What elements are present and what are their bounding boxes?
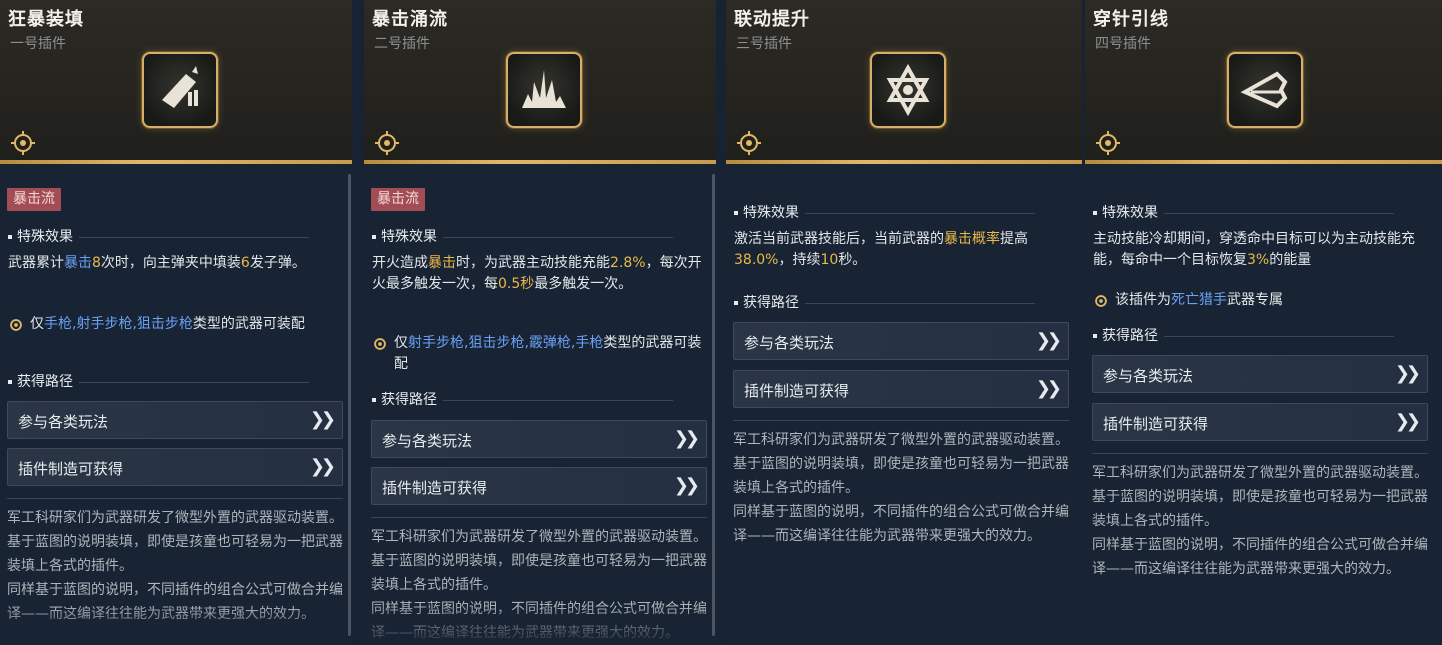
plugin-card-1: 狂暴装填 一号插件 暴击流 特殊效果 武器累计暴击8次时，向主弹夹中填装6发子弹… <box>0 0 352 645</box>
double-chevron-icon: ❯❯ <box>309 456 336 477</box>
double-chevron-icon: ❯❯ <box>1394 411 1421 432</box>
card-header: 狂暴装填 一号插件 <box>0 0 352 162</box>
route-craft-button[interactable]: 插件制造可获得 ❯❯ <box>733 370 1069 408</box>
effect-description: 开火造成暴击时，为武器主动技能充能2.8%，每次开火最多触发一次，每0.5秒最多… <box>372 255 702 292</box>
route-play-button[interactable]: 参与各类玩法 ❯❯ <box>1092 355 1428 393</box>
plugin-gear-icon <box>374 338 386 350</box>
route-play-button[interactable]: 参与各类玩法 ❯❯ <box>733 322 1069 360</box>
divider <box>733 420 1069 421</box>
gun-reload-icon[interactable] <box>142 52 218 128</box>
card-header: 暴击涌流 二号插件 <box>364 0 716 162</box>
build-tag: 暴击流 <box>7 188 61 211</box>
bottom-fade <box>0 605 352 645</box>
divider <box>1092 453 1428 454</box>
route-craft-button[interactable]: 插件制造可获得 ❯❯ <box>7 448 343 486</box>
plugin-slot-label: 四号插件 <box>1095 36 1151 52</box>
card-body: 特殊效果 激活当前武器技能后，当前武器的暴击概率提高38.0%，持续10秒。 获… <box>726 164 1082 645</box>
lore-text: 军工科研家们为武器研发了微型外置的武器驱动装置。 基于蓝图的说明装填，即使是孩童也… <box>1092 465 1428 577</box>
plugin-gear-icon <box>375 131 399 155</box>
bottom-fade <box>1085 605 1442 645</box>
plugin-slot-label: 三号插件 <box>736 36 792 52</box>
card-body: 特殊效果 主动技能冷却期间，穿透命中目标可以为主动技能充能，每命中一个目标恢复3… <box>1085 164 1442 645</box>
double-chevron-icon: ❯❯ <box>673 475 700 496</box>
plugin-slot-label: 二号插件 <box>374 36 430 52</box>
divider <box>7 498 343 499</box>
scrollbar[interactable] <box>348 174 351 636</box>
star-link-icon[interactable] <box>870 52 946 128</box>
section-special-effect: 特殊效果 <box>372 226 673 246</box>
route-craft-button[interactable]: 插件制造可获得 ❯❯ <box>371 467 707 505</box>
effect-description: 激活当前武器技能后，当前武器的暴击概率提高38.0%，持续10秒。 <box>734 231 1028 268</box>
plugin-gear-icon <box>1096 131 1120 155</box>
lore-text: 军工科研家们为武器研发了微型外置的武器驱动装置。 基于蓝图的说明装填，即使是孩童也… <box>733 432 1069 544</box>
section-obtain-route: 获得路径 <box>372 389 673 409</box>
card-body: 暴击流 特殊效果 武器累计暴击8次时，向主弹夹中填装6发子弹。 仅手枪,射手步枪… <box>0 164 352 645</box>
plugin-title: 暴击涌流 <box>372 9 448 30</box>
plugin-gear-icon <box>737 131 761 155</box>
plugin-card-4: 穿针引线 四号插件 特殊效果 主动技能冷却期间，穿透命中目标可以为主动技能充能，… <box>1085 0 1442 645</box>
double-chevron-icon: ❯❯ <box>1394 363 1421 384</box>
plugin-title: 狂暴装填 <box>8 9 84 30</box>
card-header: 联动提升 三号插件 <box>726 0 1082 162</box>
section-special-effect: 特殊效果 <box>1093 202 1394 222</box>
card-body: 暴击流 特殊效果 开火造成暴击时，为武器主动技能充能2.8%，每次开火最多触发一… <box>364 164 716 645</box>
plugin-gear-icon <box>11 131 35 155</box>
double-chevron-icon: ❯❯ <box>1035 330 1062 351</box>
weapon-restriction: 仅射手步枪,狙击步枪,霰弹枪,手枪类型的武器可装配 <box>372 333 707 375</box>
divider <box>371 517 707 518</box>
scrollbar[interactable] <box>712 174 715 636</box>
double-chevron-icon: ❯❯ <box>673 428 700 449</box>
effect-description: 武器累计暴击8次时，向主弹夹中填装6发子弹。 <box>8 255 306 271</box>
crit-burst-icon[interactable] <box>506 52 582 128</box>
section-obtain-route: 获得路径 <box>8 371 309 391</box>
route-play-button[interactable]: 参与各类玩法 ❯❯ <box>371 420 707 458</box>
plugin-gear-icon <box>1095 295 1107 307</box>
double-chevron-icon: ❯❯ <box>309 409 336 430</box>
route-craft-button[interactable]: 插件制造可获得 ❯❯ <box>1092 403 1428 441</box>
needle-arrow-icon[interactable] <box>1227 52 1303 128</box>
section-special-effect: 特殊效果 <box>8 226 309 246</box>
card-header: 穿针引线 四号插件 <box>1085 0 1442 162</box>
bottom-fade <box>364 605 716 645</box>
weapon-restriction: 仅手枪,射手步枪,狙击步枪类型的武器可装配 <box>8 314 343 335</box>
plugin-card-2: 暴击涌流 二号插件 暴击流 特殊效果 开火造成暴击时，为武器主动技能充能2.8%… <box>364 0 716 645</box>
plugin-gear-icon <box>10 319 22 331</box>
plugin-title: 穿针引线 <box>1093 9 1169 30</box>
double-chevron-icon: ❯❯ <box>1035 378 1062 399</box>
route-play-button[interactable]: 参与各类玩法 ❯❯ <box>7 401 343 439</box>
plugin-slot-label: 一号插件 <box>10 36 66 52</box>
section-obtain-route: 获得路径 <box>734 292 1035 312</box>
plugin-card-3: 联动提升 三号插件 特殊效果 激活当前武器技能后，当前武器的暴击概率提高38.0… <box>726 0 1082 645</box>
section-obtain-route: 获得路径 <box>1093 325 1394 345</box>
weapon-exclusive: 该插件为死亡猎手武器专属 <box>1093 290 1428 311</box>
plugin-title: 联动提升 <box>734 9 810 30</box>
effect-description: 主动技能冷却期间，穿透命中目标可以为主动技能充能，每命中一个目标恢复3%的能量 <box>1093 231 1415 268</box>
build-tag: 暴击流 <box>371 188 425 211</box>
section-special-effect: 特殊效果 <box>734 202 1035 222</box>
